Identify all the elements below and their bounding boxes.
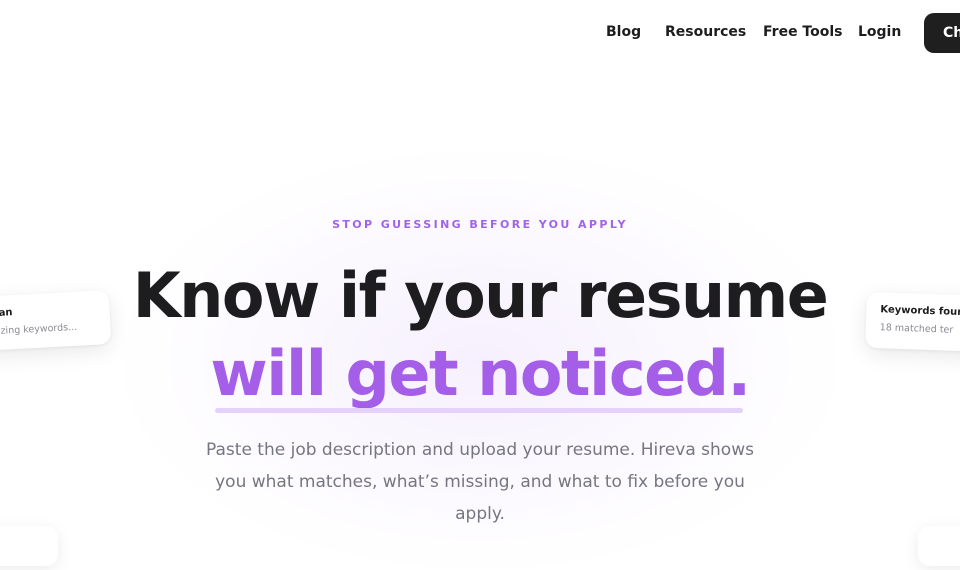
hero-eyebrow: STOP GUESSING BEFORE YOU APPLY	[332, 218, 628, 231]
nav-cta-button[interactable]: Ch	[924, 13, 960, 53]
keywords-card-text: 18 matched ter	[879, 322, 954, 336]
hero-headline-line2: will get noticed.	[210, 337, 751, 410]
scan-card-text: alyzing keywords...	[0, 321, 78, 338]
keywords-found-card: Keywords found 18 matched ter	[865, 291, 960, 353]
headline-underline	[215, 408, 743, 413]
bottom-right-card	[918, 526, 960, 566]
nav-link-login[interactable]: Login	[858, 24, 901, 40]
scan-status-card: Scan alyzing keywords...	[0, 290, 112, 352]
nav-link-blog[interactable]: Blog	[606, 24, 641, 40]
bottom-left-card	[0, 526, 58, 566]
nav-link-resources[interactable]: Resources	[665, 24, 746, 40]
hero-headline-line1: Know if your resume	[132, 259, 829, 332]
keywords-card-title: Keywords found	[880, 304, 960, 319]
top-navigation: Blog Resources Free Tools Login Ch	[0, 0, 960, 66]
nav-link-free-tools[interactable]: Free Tools	[763, 24, 843, 40]
hero-subtitle: Paste the job description and upload you…	[206, 440, 754, 524]
scan-card-title: Scan	[0, 307, 13, 320]
